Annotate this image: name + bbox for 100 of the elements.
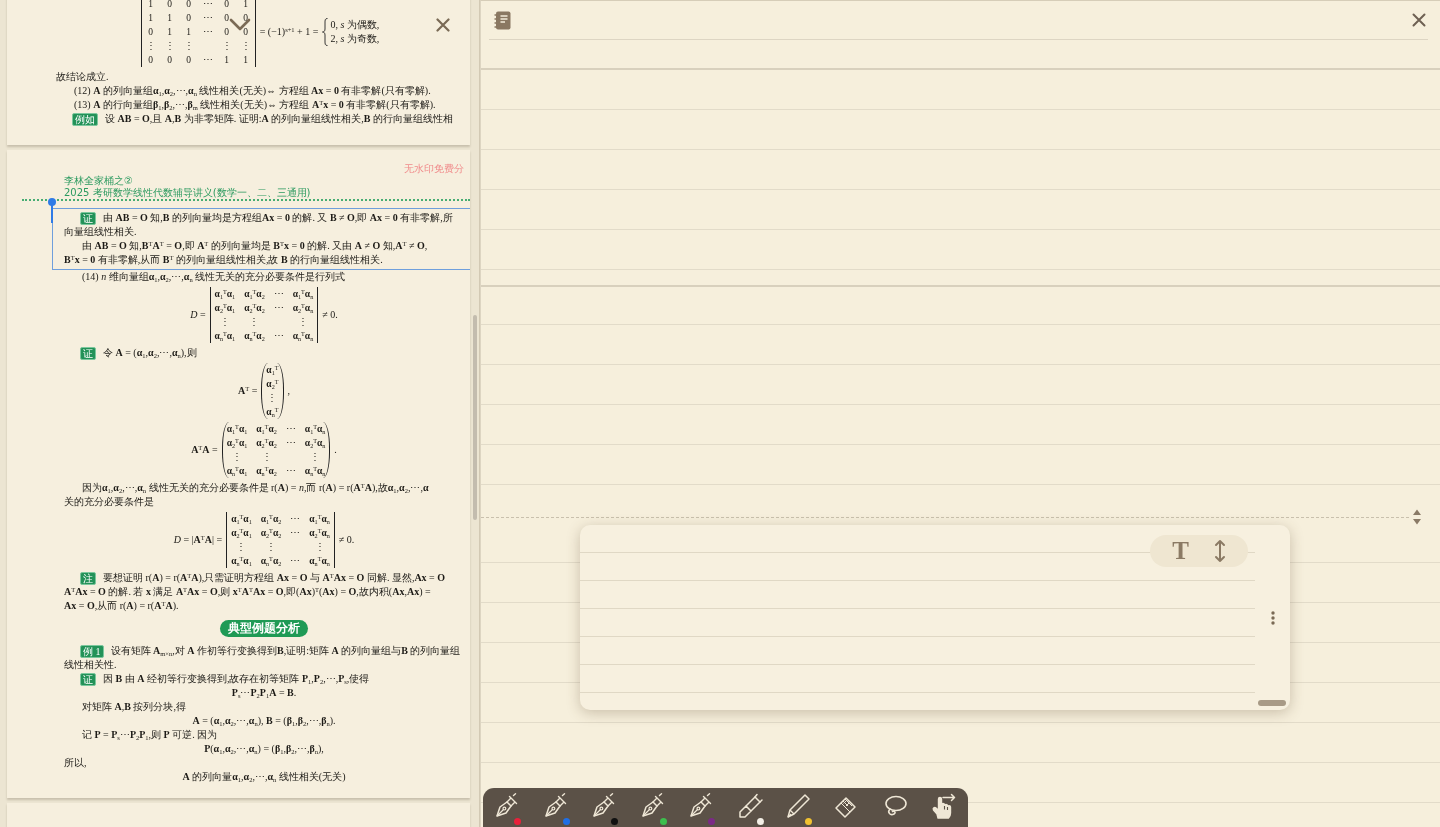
- matrix-entry: α$_{1}$$^{T}$α$_{2}$: [244, 287, 265, 301]
- hand-pointer-icon[interactable]: [930, 793, 957, 819]
- drag-handle-icon[interactable]: [1258, 700, 1286, 706]
- matrix-entry: ⋯: [290, 555, 301, 568]
- matrix-entry: ⋮: [310, 451, 321, 464]
- fountain-pen-icon[interactable]: [639, 793, 666, 819]
- matrix-entry: ⋮: [249, 316, 260, 329]
- text-line: (14) n 维向量组α$_{1}$,α$_{2}$,⋯,α$_{n}$ 线性无关的充分必要条件是行列式: [82, 270, 346, 284]
- matrix-entry: 1: [148, 12, 154, 25]
- text-line: (12) A 的列向量组α$_{1}$,α$_{2}$,⋯,α$_{n}$ 线性相关(无关)⇔ 方程组 Ax = 0 有非零解(只有零解).: [74, 84, 431, 98]
- matrix-entry: α$_{2}$$^{T}$α$_{n}$: [309, 526, 330, 540]
- matrix-entry: α$_{2}$$^{T}$α$_{1}$: [231, 526, 252, 540]
- selection-handle[interactable]: [47, 197, 57, 223]
- close-icon[interactable]: [436, 18, 450, 32]
- fountain-pen-icon[interactable]: [591, 793, 617, 819]
- matrix-entry: 1: [148, 0, 154, 11]
- matrix-entry: α$_{2}$$^{T}$α$_{2}$: [244, 301, 265, 315]
- math-expression: A$^{T}$ =: [238, 384, 258, 398]
- pencil-icon[interactable]: [785, 793, 811, 819]
- fountain-pen-icon[interactable]: [688, 793, 714, 819]
- text-line: (13) A 的行向量组β$_{1}$,β$_{2}$,⋯,β$_{m}$ 线性相关(无关)⇔ 方程组 A$^{T}$x = 0 有非零解(只有零解).: [74, 98, 436, 112]
- scrollbar-thumb[interactable]: [473, 315, 477, 520]
- matrix-entry: 0: [167, 54, 173, 67]
- matrix-entry: ⋯: [202, 26, 213, 39]
- matrix-entry: 1: [167, 12, 173, 25]
- math-expression: A 的列向量α$_{1}$,α$_{2}$,⋯,α$_{n}$ 线性相关(无关): [182, 770, 346, 784]
- matrix-entry: α$_{1}$$^{T}$α$_{n}$: [292, 287, 314, 301]
- matrix-entry: α$_{n}$$^{T}$α$_{1}$: [214, 329, 236, 343]
- text-line: 所以,: [64, 756, 87, 770]
- text-line: 因为α$_{1}$,α$_{2}$,⋯,α$_{n}$ 线性无关的充分必要条件是 r(A) = n,而 r(A) = r(A$^{T}$A),故α$_{1}$,α$_{2}$,⋯,α: [82, 481, 429, 495]
- matrix-entry: ⋯: [285, 423, 296, 436]
- math-expression: D = |A$^{T}$A| =: [173, 533, 223, 547]
- brace-icon: [322, 18, 329, 46]
- matrix-entry: α$_{2}$$^{T}$α$_{2}$: [256, 436, 277, 450]
- matrix-entry: 1: [243, 0, 249, 11]
- matrix-entry: α$_{n}$$^{T}$α$_{2}$: [260, 554, 282, 568]
- matrix-entry: ⋮: [314, 541, 325, 554]
- math-expression: ≠ 0.: [338, 533, 355, 547]
- more-options-icon[interactable]: [1270, 611, 1275, 625]
- matrix-entry: α$_{2}$$^{T}$α$_{1}$: [214, 301, 236, 315]
- text-line: 故结论成立.: [56, 70, 109, 84]
- section-heading: 典型例题分析: [220, 620, 308, 637]
- math-expression: ≠ 0.: [322, 308, 338, 322]
- matrix-entry: ⋮: [219, 316, 230, 329]
- matrix-entry: 0: [224, 26, 230, 39]
- tag-badge: 证: [80, 211, 96, 225]
- header-note: 无水印免费分: [404, 163, 464, 175]
- matrix-entry: 0: [148, 26, 154, 39]
- matrix-entry: ⋮: [266, 541, 276, 554]
- matrix-entry: α$_{n}$$^{T}$α$_{2}$: [256, 464, 277, 478]
- matrix-entry: ⋯: [273, 302, 284, 315]
- matrix-entry: 0: [148, 54, 154, 67]
- fountain-pen-icon[interactable]: [494, 793, 520, 819]
- text-line: 由 AB = O 知,B 的列向量均是方程组Ax = 0 的解. 又 B ≠ O,即 Ax = 0 有非零解,所: [103, 211, 453, 225]
- math-expression: .: [334, 443, 337, 457]
- resize-arrows-icon[interactable]: [1412, 509, 1422, 525]
- close-icon[interactable]: [1412, 13, 1426, 27]
- matrix-entry: ⋯: [202, 54, 213, 67]
- matrix-entry: α$_{1}$$^{T}$α$_{1}$: [226, 422, 248, 436]
- matrix-entry: α$_{1}$$^{T}$α$_{2}$: [260, 512, 282, 526]
- highlighter-icon[interactable]: [736, 793, 763, 819]
- text-line: 由 AB = O 知,B$^{T}$A$^{T}$ = O,即 A$^{T}$ 的列向量均是 B$^{T}$x = 0 的解. 又由 A ≠ O 知,A$^{T}$ ≠ O,: [82, 239, 428, 253]
- math-expression: ,: [287, 384, 290, 398]
- text-style-button[interactable]: T: [1172, 538, 1189, 564]
- matrix-entry: ⋮: [240, 40, 251, 53]
- text-line: 要想证明 r(A) = r(A$^{T}$A),只需证明方程组 Ax = O 与 A$^{T}$Ax = O 同解. 显然,Ax = O: [103, 571, 446, 585]
- matrix-entry: α$_{n}$$^{T}$α$_{1}$: [231, 554, 252, 568]
- matrix-entry: ⋯: [290, 527, 301, 540]
- matrix-entry: α$_{n}$$^{T}$α$_{n}$: [309, 554, 330, 568]
- matrix-entry: 0: [243, 26, 249, 39]
- matrix-entry: ⋯: [285, 465, 296, 478]
- matrix-entry: ⋮: [183, 40, 194, 53]
- fountain-pen-icon[interactable]: [542, 793, 569, 819]
- matrix-entry: α$_{n}$$^{T}$α$_{2}$: [244, 329, 265, 343]
- text-line: 对矩阵 A,B 按列分块,得: [82, 700, 186, 714]
- notebook-icon[interactable]: [494, 10, 511, 30]
- matrix-entry: ⋯: [285, 437, 296, 450]
- matrix-entry: α$_{2}$$^{T}$α$_{n}$: [292, 301, 314, 315]
- matrix-entry: α$_{n}$$^{T}$α$_{n}$: [304, 464, 326, 478]
- matrix-entry: α$_{2}$$^{T}$α$_{n}$: [304, 436, 326, 450]
- tag-badge: 注: [80, 571, 96, 585]
- text-line: Ax = O,从而 r(A) = r(A$^{T}$A).: [64, 599, 179, 613]
- matrix-entry: ⋮: [164, 40, 175, 53]
- up-down-arrow-icon[interactable]: [1213, 539, 1226, 563]
- math-expression: A$^{T}$A =: [191, 443, 218, 457]
- text-line: A$^{T}$Ax = O 的解. 若 x 满足 A$^{T}$Ax = O,则 x$^{T}$A$^{T}$Ax = O,即(Ax)$^{T}$(Ax) = O,故内积(Ax,Ax) =: [64, 585, 431, 599]
- matrix-entry: ⋯: [273, 330, 284, 343]
- matrix-entry: ⋯: [273, 288, 284, 301]
- text-line: 设 AB = O,且 A,B 为非零矩阵. 证明:A 的列向量组线性相关,B 的行向量组线性相: [105, 112, 453, 126]
- book-series: 李林全家桶之②: [64, 175, 133, 187]
- matrix-entry: 0: [186, 12, 192, 25]
- tag-badge: 证: [80, 346, 96, 360]
- matrix-entry: ⋮: [236, 541, 247, 554]
- case-line: 2, s 为奇数,: [330, 32, 380, 46]
- matrix-entry: ⋯: [202, 0, 213, 11]
- matrix-entry: α$_{1}$$^{T}$α$_{1}$: [231, 512, 252, 526]
- matrix-entry: ⋮: [221, 40, 232, 53]
- matrix-entry: 1: [243, 54, 249, 67]
- tag-badge: 证: [80, 672, 96, 686]
- matrix-entry: ⋮: [232, 451, 242, 464]
